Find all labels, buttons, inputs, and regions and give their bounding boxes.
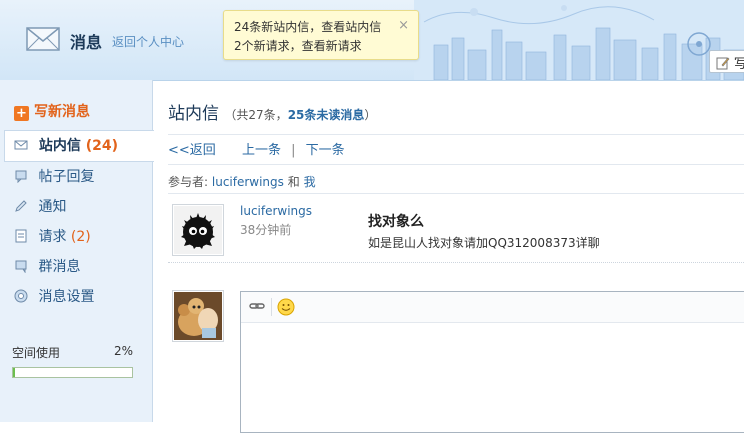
prev-message-link[interactable]: 上一条	[242, 143, 281, 158]
view-requests-link[interactable]: 查看新请求	[302, 39, 362, 53]
storage-percent: 2%	[113, 344, 133, 358]
edit-icon	[716, 57, 730, 70]
toolbar-separator	[271, 298, 272, 316]
summary-close: ）	[364, 108, 377, 122]
participant-link[interactable]: luciferwings	[212, 175, 284, 189]
summary-total: （共27条，	[224, 108, 288, 122]
mail-icon	[14, 140, 28, 150]
settings-icon	[14, 289, 28, 303]
soot-sprite-avatar-image	[174, 206, 222, 254]
message-subject: 找对象么	[368, 214, 424, 230]
write-button[interactable]: 写	[709, 50, 744, 73]
message-summary: （共27条，25条未读消息）	[224, 108, 376, 122]
envelope-icon	[26, 27, 60, 51]
section-title: 站内信	[168, 104, 219, 124]
storage-progress-bar	[12, 367, 133, 378]
document-icon	[15, 229, 27, 243]
close-icon[interactable]: ×	[398, 16, 409, 35]
notice-requests-text: 2个新请求，	[234, 39, 302, 53]
sidebar-item-label: 站内信	[38, 138, 81, 154]
sidebar-item-post-replies[interactable]: 帖子回复	[0, 162, 153, 192]
sidebar-item-requests[interactable]: 请求 (2)	[0, 222, 153, 252]
storage-progress-fill	[13, 368, 16, 377]
request-count: (2)	[70, 229, 91, 245]
participants-label: 参与者:	[168, 175, 209, 189]
message-navigation: <<返回 上一条 | 下一条	[168, 139, 345, 158]
back-link[interactable]: <<返回	[168, 143, 216, 158]
reply-editor[interactable]	[240, 291, 744, 433]
header-banner: 消息 返回个人中心 24条新站内信，查看站内信 2个新请求，查看新请求 × 写	[0, 0, 744, 81]
my-avatar[interactable]	[172, 290, 224, 342]
message-time: 38分钟前	[240, 223, 292, 237]
dotted-divider	[168, 262, 744, 263]
sidebar-item-label: 通知	[38, 199, 67, 215]
plus-icon: +	[14, 106, 29, 121]
chat-icon	[15, 260, 27, 273]
pencil-icon	[15, 200, 27, 212]
sender-avatar[interactable]	[172, 204, 224, 256]
divider	[168, 134, 744, 135]
sidebar-item-group-messages[interactable]: 群消息	[0, 252, 153, 282]
emoji-icon[interactable]	[277, 298, 295, 316]
comment-icon	[15, 170, 27, 183]
city-illustration	[414, 0, 744, 80]
participant-me-link[interactable]: 我	[304, 175, 316, 189]
divider	[168, 193, 744, 194]
notification-popup: 24条新站内信，查看站内信 2个新请求，查看新请求 ×	[223, 10, 419, 60]
divider	[168, 164, 744, 165]
notice-messages-text: 24条新站内信，	[234, 20, 322, 34]
next-message-link[interactable]: 下一条	[306, 143, 345, 158]
notice-line-requests: 2个新请求，查看新请求	[234, 37, 408, 56]
compose-label: 写新消息	[34, 104, 90, 120]
sidebar-item-label: 群消息	[38, 259, 81, 275]
sidebar: + 写新消息 站内信 (24) 帖子回复 通知 请求 (2) 群消息 消息设置	[0, 80, 154, 422]
link-icon[interactable]	[249, 300, 265, 312]
sidebar-item-label: 消息设置	[38, 289, 95, 305]
page-title: 消息	[70, 33, 103, 52]
sidebar-nav: 站内信 (24) 帖子回复 通知 请求 (2) 群消息 消息设置	[0, 130, 154, 312]
unread-count: (24)	[85, 138, 119, 154]
view-messages-link[interactable]: 查看站内信	[321, 20, 381, 34]
sidebar-item-label: 帖子回复	[38, 169, 95, 185]
participants-and: 和	[287, 175, 300, 189]
notice-line-messages: 24条新站内信，查看站内信	[234, 18, 408, 37]
teddy-bear-avatar-image	[174, 292, 222, 340]
editor-toolbar	[241, 292, 744, 323]
section-heading: 站内信 （共27条，25条未读消息）	[168, 99, 376, 124]
compose-button[interactable]: + 写新消息	[14, 101, 90, 121]
participants-row: 参与者: luciferwings 和 我	[168, 173, 316, 190]
write-button-label: 写	[734, 57, 744, 72]
sidebar-item-settings[interactable]: 消息设置	[0, 282, 153, 312]
storage-usage: 空间使用 2%	[12, 344, 133, 378]
main-content: 站内信 （共27条，25条未读消息） <<返回 上一条 | 下一条 参与者: l…	[153, 80, 744, 433]
sender-name-link[interactable]: luciferwings	[240, 204, 312, 218]
message-body: 如是昆山人找对象请加QQ312008373详聊	[368, 236, 600, 250]
nav-separator: |	[291, 143, 296, 158]
summary-unread: 25条未读消息	[287, 108, 365, 122]
back-to-profile-link[interactable]: 返回个人中心	[112, 33, 184, 50]
sidebar-item-inbox[interactable]: 站内信 (24)	[4, 130, 154, 162]
sidebar-item-label: 请求	[38, 229, 67, 245]
sidebar-item-notifications[interactable]: 通知	[0, 192, 153, 222]
